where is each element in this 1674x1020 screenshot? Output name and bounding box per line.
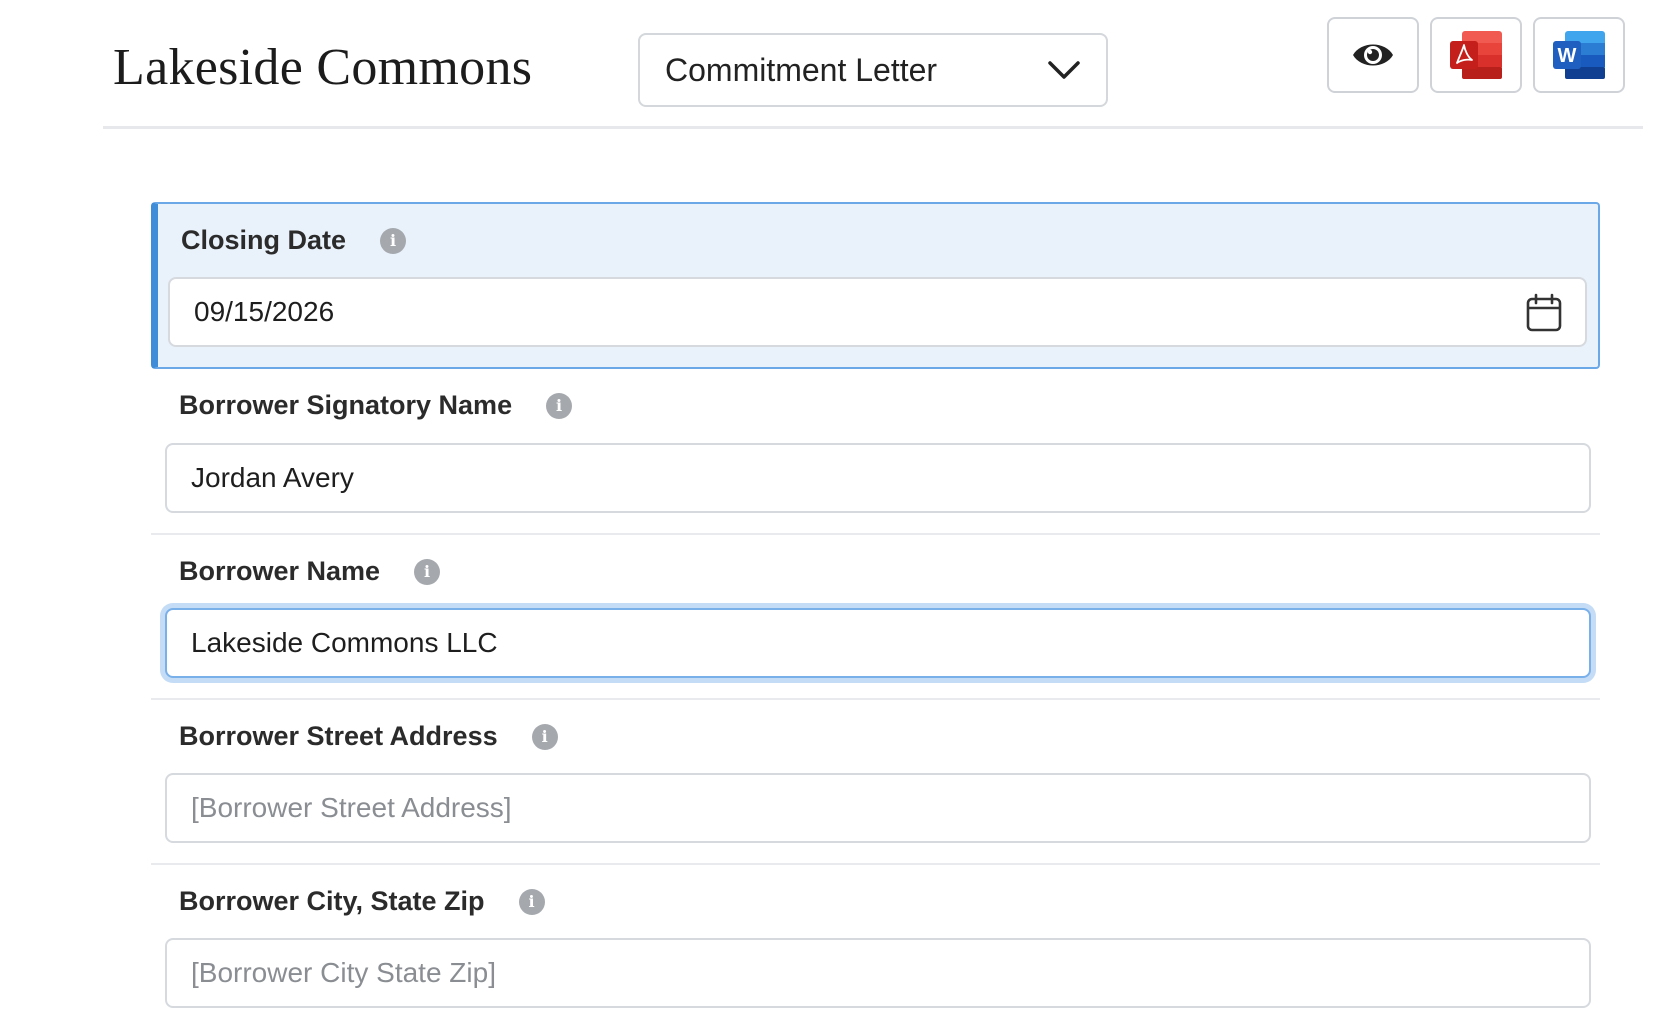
closing-date-label: Closing Date i [181,225,407,256]
preview-button[interactable] [1327,17,1419,93]
city-state-zip-label: Borrower City, State Zip i [179,886,545,917]
document-type-value: Commitment Letter [665,51,938,88]
eye-icon [1353,44,1393,66]
city-state-zip-input[interactable]: [Borrower City State Zip] [165,938,1591,1008]
divider [151,863,1600,865]
signatory-name-input[interactable]: Jordan Avery [165,443,1591,513]
divider [151,533,1600,535]
street-address-placeholder: [Borrower Street Address] [191,792,512,823]
signatory-name-value: Jordan Avery [191,462,354,493]
city-state-zip-placeholder: [Borrower City State Zip] [191,957,496,988]
word-letter: W [1558,45,1577,67]
street-address-label-text: Borrower Street Address [179,721,498,751]
document-type-select[interactable]: Commitment Letter [638,33,1108,107]
signatory-name-label: Borrower Signatory Name i [179,390,573,421]
info-icon[interactable]: i [531,723,558,750]
signatory-name-label-text: Borrower Signatory Name [179,390,513,420]
borrower-name-label: Borrower Name i [179,556,441,587]
borrower-name-label-text: Borrower Name [179,556,381,586]
export-pdf-button[interactable] [1430,17,1522,93]
divider [151,698,1600,700]
info-icon[interactable]: i [414,558,441,585]
closing-date-label-text: Closing Date [181,225,347,255]
info-icon[interactable]: i [518,888,545,915]
export-word-button[interactable]: W [1533,17,1625,93]
info-icon[interactable]: i [546,392,573,419]
info-icon[interactable]: i [380,227,407,254]
word-icon: W [1553,31,1605,79]
closing-date-value: 09/15/2026 [194,296,335,327]
header-bar: Lakeside Commons Commitment Letter W [103,0,1643,129]
borrower-name-value: Lakeside Commons LLC [191,627,498,658]
city-state-zip-label-text: Borrower City, State Zip [179,886,485,916]
borrower-name-input[interactable]: Lakeside Commons LLC [165,608,1591,678]
street-address-label: Borrower Street Address i [179,721,558,752]
chevron-down-icon [1048,61,1080,79]
page-title: Lakeside Commons [113,39,533,96]
calendar-icon[interactable] [1525,293,1563,333]
pdf-icon [1450,31,1502,79]
closing-date-input[interactable]: 09/15/2026 [168,277,1587,347]
street-address-input[interactable]: [Borrower Street Address] [165,773,1591,843]
